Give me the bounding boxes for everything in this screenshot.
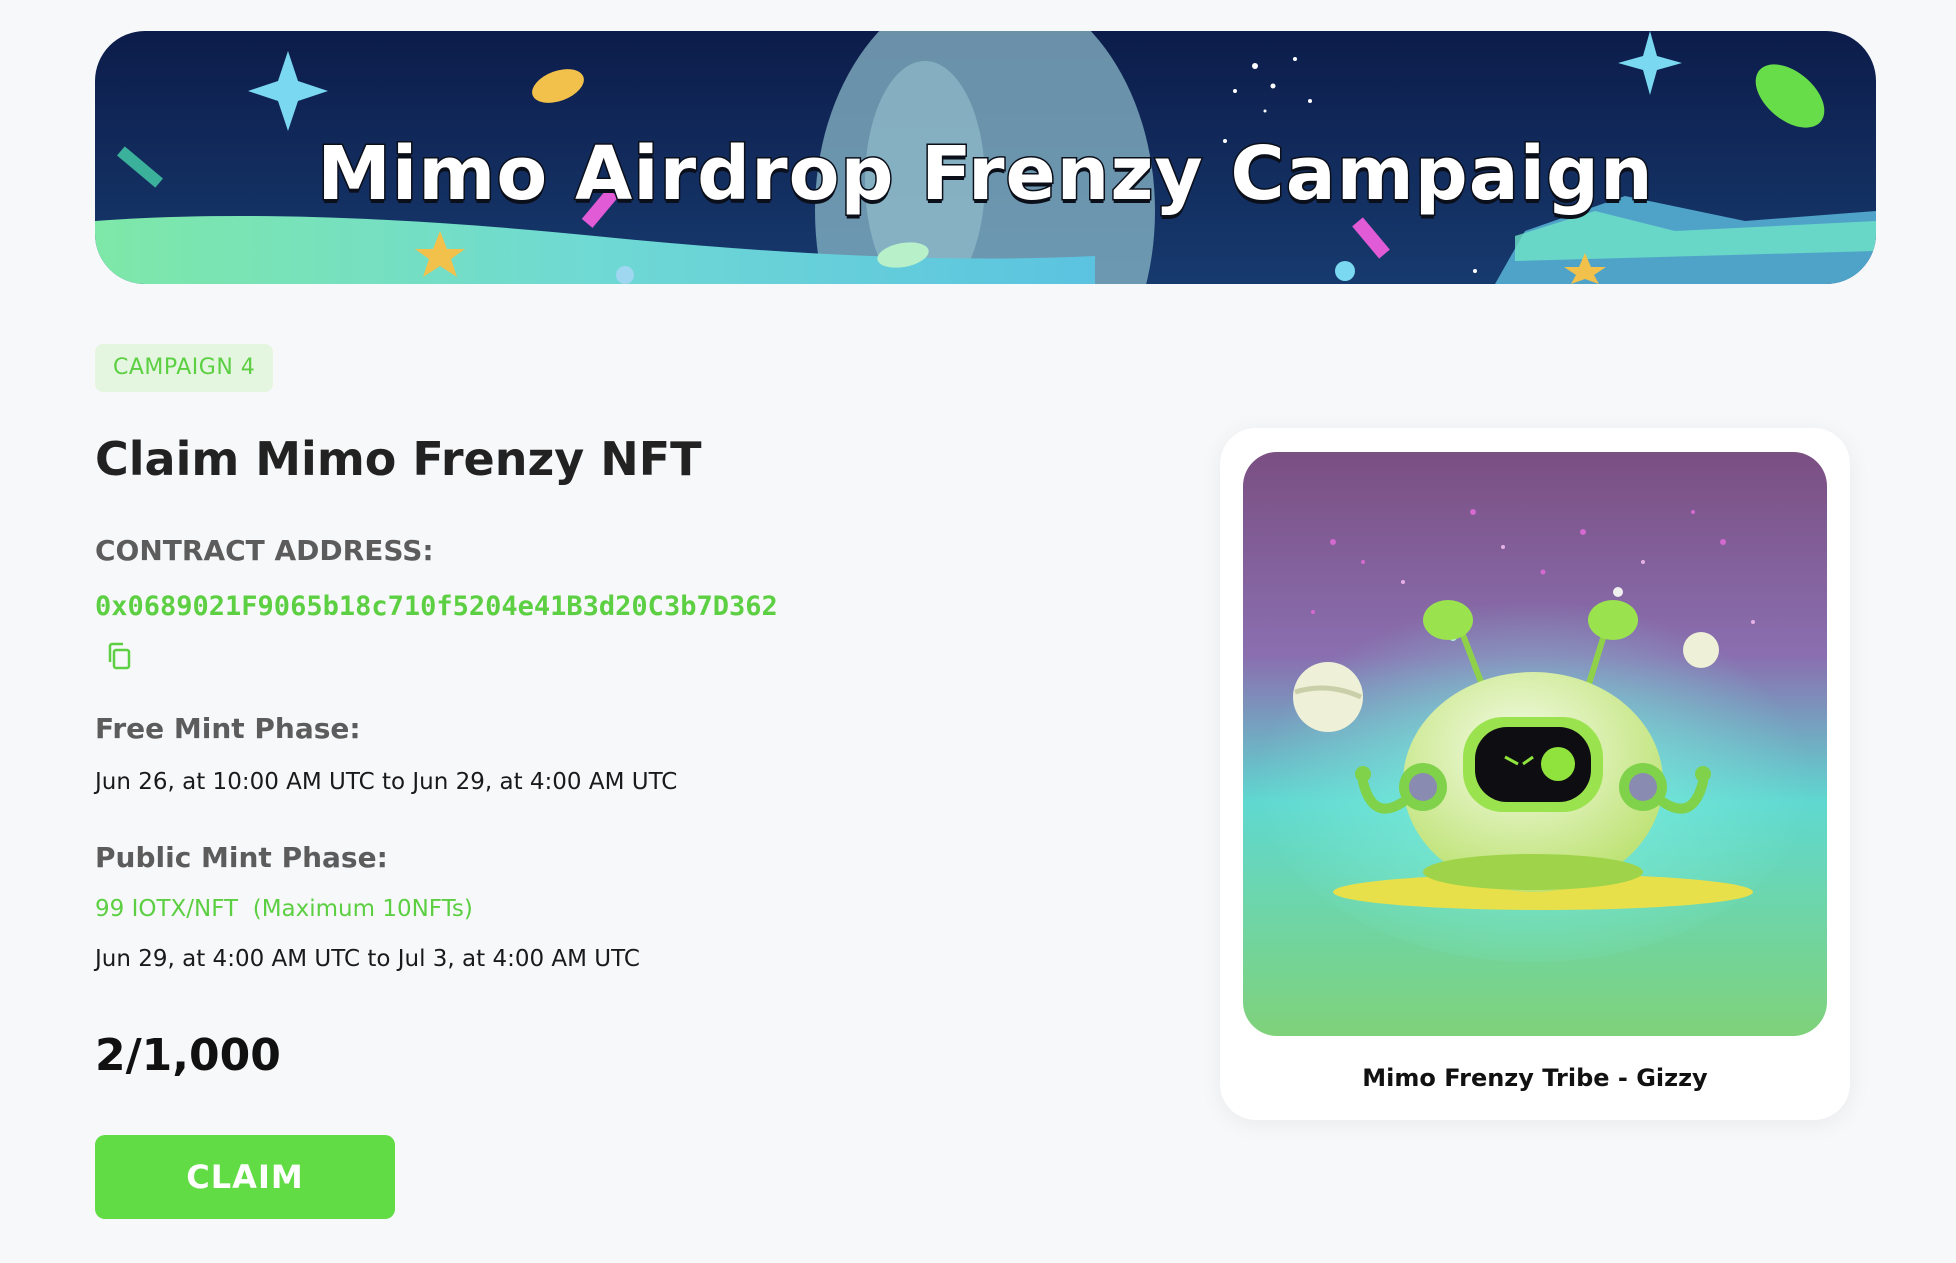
campaign-badge: CAMPAIGN 4 [95,344,274,392]
free-mint-label: Free Mint Phase: [95,712,361,745]
copy-icon[interactable] [107,639,133,669]
nft-name: Mimo Frenzy Tribe - Gizzy [1362,1064,1708,1092]
page: Mimo Airdrop Frenzy Campaign CAMPAIGN 4 … [0,0,1956,1263]
contract-address-label: CONTRACT ADDRESS: [95,534,434,567]
free-mint-dates: Jun 26, at 10:00 AM UTC to Jun 29, at 4:… [95,769,678,795]
contract-address-value: 0x0689021F9065b18c710f5204e41B3d20C3b7D3… [95,591,778,622]
minted-count: 2/1,000 [95,1030,281,1081]
contract-address: 0x0689021F9065b18c710f5204e41B3d20C3b7D3… [95,584,815,674]
nft-image [1243,452,1827,1036]
public-mint-price: 99 IOTX/NFT (Maximum 10NFTs) [95,896,473,922]
claim-button[interactable]: CLAIM [95,1135,395,1219]
page-title: Claim Mimo Frenzy NFT [95,432,702,486]
nft-card: Mimo Frenzy Tribe - Gizzy [1220,428,1850,1120]
nft-illustration [1243,452,1827,1036]
public-mint-dates: Jun 29, at 4:00 AM UTC to Jul 3, at 4:00… [95,946,640,972]
campaign-banner: Mimo Airdrop Frenzy Campaign [95,31,1876,284]
public-mint-label: Public Mint Phase: [95,841,388,874]
banner-title: Mimo Airdrop Frenzy Campaign [316,130,1654,219]
